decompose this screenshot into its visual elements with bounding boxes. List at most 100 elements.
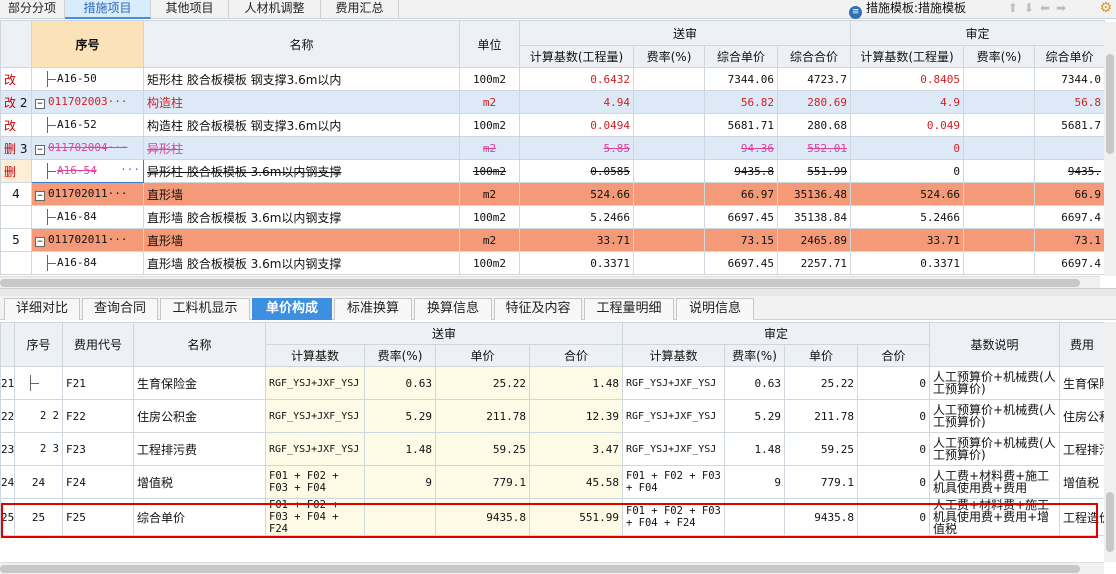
row-rate-b[interactable]	[963, 67, 1036, 91]
row-rate[interactable]: 5.29	[364, 399, 436, 433]
collapse-icon[interactable]: −	[35, 191, 45, 201]
row-fee-code[interactable]: F22	[62, 399, 134, 433]
row-base[interactable]: 0.0585	[519, 159, 634, 183]
tab-unit-price-composition[interactable]: 单价构成	[252, 298, 332, 320]
header-rate[interactable]: 费率(%)	[633, 45, 705, 68]
header-seq[interactable]: 序号	[14, 322, 63, 367]
tab-fee-summary[interactable]: 费用汇总	[321, 0, 399, 19]
table-row[interactable]: A16-84 直形墙 胶合板模板 3.6m以内钢支撑 100m2 5.2466 …	[0, 205, 1106, 229]
tab-resource-display[interactable]: 工料机显示	[160, 298, 250, 320]
row-rate[interactable]	[633, 136, 705, 160]
row-base-b[interactable]: F01 + F02 + F03 + F04 + F24	[622, 498, 726, 536]
table-row[interactable]: 改 A16-50 矩形柱 胶合板模板 钢支撑3.6m以内 100m2 0.643…	[0, 67, 1106, 91]
row-fee-code[interactable]: F25	[62, 498, 134, 536]
row-rate-b[interactable]	[724, 498, 786, 536]
row-base-b[interactable]: F01 + F02 + F03 + F04	[622, 465, 726, 499]
lower-vertical-scrollbar[interactable]	[1104, 322, 1116, 562]
arrow-left-icon[interactable]: ⬅	[1040, 1, 1056, 15]
row-rate-b[interactable]	[963, 90, 1036, 114]
row-base[interactable]: 4.94	[519, 90, 634, 114]
header-fee[interactable]: 费用	[1059, 322, 1106, 367]
header-total-b[interactable]: 合价	[857, 344, 931, 367]
tab-detail-compare[interactable]: 详细对比	[4, 298, 80, 320]
row-base-b[interactable]: RGF_YSJ+JXF_YSJ	[622, 399, 726, 433]
header-base-b[interactable]: 计算基数(工程量)	[850, 45, 965, 68]
row-base[interactable]: 33.71	[519, 228, 634, 252]
row-name[interactable]: 直形墙	[143, 182, 460, 206]
scroll-thumb[interactable]	[0, 279, 1080, 287]
more-icon[interactable]: ···	[120, 163, 140, 176]
tab-measures[interactable]: 措施项目	[65, 0, 151, 19]
row-base-b[interactable]: 0.049	[850, 113, 965, 137]
row-base[interactable]: 0.0494	[519, 113, 634, 137]
header-total[interactable]: 合价	[528, 344, 624, 367]
table-row[interactable]: 25 25 F25 综合单价 F01 + F02 + F03 + F04 + F…	[0, 498, 1106, 536]
settings-icon[interactable]: ⚙	[1099, 0, 1112, 16]
row-base-b[interactable]: 0.8405	[850, 67, 965, 91]
row-rate-b[interactable]	[963, 136, 1036, 160]
row-fee-code[interactable]: F24	[62, 465, 134, 499]
table-row[interactable]: 22 2 2 F22 住房公积金 RGF_YSJ+JXF_YSJ 5.29 21…	[0, 399, 1106, 433]
row-name[interactable]: 矩形柱 胶合板模板 钢支撑3.6m以内	[143, 67, 460, 91]
collapse-icon[interactable]: −	[35, 145, 45, 155]
row-rate-b[interactable]: 9	[724, 465, 786, 499]
tab-resource-adjust[interactable]: 人材机调整	[229, 0, 321, 19]
row-unit[interactable]: 100m2	[459, 159, 520, 183]
header-base[interactable]: 计算基数	[265, 344, 365, 367]
row-unit[interactable]: m2	[459, 90, 520, 114]
tab-features-content[interactable]: 特征及内容	[494, 298, 582, 320]
table-row[interactable]: A16-84 直形墙 胶合板模板 3.6m以内钢支撑 100m2 0.3371 …	[0, 251, 1106, 275]
row-rate[interactable]: 9	[364, 465, 436, 499]
header-rate[interactable]: 费率(%)	[364, 344, 436, 367]
scroll-thumb[interactable]	[0, 565, 1080, 573]
row-rate[interactable]	[633, 182, 705, 206]
row-name[interactable]: 构造柱	[143, 90, 460, 114]
header-total[interactable]: 综合合价	[776, 45, 852, 68]
row-base[interactable]: F01 + F02 + F03 + F04 + F24	[265, 498, 365, 536]
tab-conversion-info[interactable]: 换算信息	[414, 298, 492, 320]
header-seq[interactable]: 序号	[31, 20, 144, 68]
row-base-b[interactable]: 4.9	[850, 90, 965, 114]
row-unit[interactable]: m2	[459, 136, 520, 160]
table-row[interactable]: 21 F21 生育保险金 RGF_YSJ+JXF_YSJ 0.63 25.22 …	[0, 366, 1106, 400]
row-unit[interactable]: 100m2	[459, 67, 520, 91]
arrow-right-icon[interactable]: ➡	[1056, 1, 1072, 15]
header-base-desc[interactable]: 基数说明	[929, 322, 1061, 367]
upper-horizontal-scrollbar[interactable]	[0, 276, 1100, 288]
lower-horizontal-scrollbar[interactable]	[0, 562, 1104, 574]
row-base-b[interactable]: 33.71	[850, 228, 965, 252]
row-rate-b[interactable]	[963, 228, 1036, 252]
row-rate[interactable]	[633, 113, 705, 137]
row-base-b[interactable]: 0	[850, 159, 965, 183]
row-rate-b[interactable]	[963, 182, 1036, 206]
row-fee-code[interactable]: F23	[62, 432, 134, 466]
row-rate[interactable]: 0.63	[364, 366, 436, 400]
row-base-b[interactable]: RGF_YSJ+JXF_YSJ	[622, 432, 726, 466]
arrow-down-icon[interactable]: ⬇	[1024, 1, 1040, 15]
tab-other-items[interactable]: 其他项目	[151, 0, 229, 19]
header-name[interactable]: 名称	[133, 322, 266, 367]
row-base[interactable]: RGF_YSJ+JXF_YSJ	[265, 399, 365, 433]
row-rate-b[interactable]	[963, 251, 1036, 275]
header-price-b[interactable]: 综合单价	[1034, 45, 1106, 68]
collapse-icon[interactable]: −	[35, 237, 45, 247]
row-name[interactable]: 直形墙	[143, 228, 460, 252]
tab-sub-items[interactable]: 部分分项	[0, 0, 65, 19]
panel-splitter[interactable]	[0, 288, 1116, 296]
row-name[interactable]: 直形墙 胶合板模板 3.6m以内钢支撑	[143, 251, 460, 275]
scroll-thumb[interactable]	[1106, 54, 1114, 154]
header-unit-price[interactable]: 单价	[435, 344, 530, 367]
row-base-b[interactable]: 5.2466	[850, 205, 965, 229]
row-rate-b[interactable]: 0.63	[724, 366, 786, 400]
table-row[interactable]: 删 3 −011702004··· 异形柱 m2 5.85 94.36 552.…	[0, 136, 1106, 160]
tab-standard-conversion[interactable]: 标准换算	[334, 298, 412, 320]
tab-query-contract[interactable]: 查询合同	[82, 298, 158, 320]
header-name[interactable]: 名称	[143, 20, 460, 68]
table-row[interactable]: 5 −011702011··· 直形墙 m2 33.71 73.15 2465.…	[0, 228, 1106, 252]
row-base[interactable]: RGF_YSJ+JXF_YSJ	[265, 366, 365, 400]
row-name[interactable]: 增值税	[133, 465, 266, 499]
row-rate-b[interactable]	[963, 159, 1036, 183]
row-rate[interactable]	[633, 228, 705, 252]
table-row[interactable]: 改 2 −011702003··· 构造柱 m2 4.94 56.82 280.…	[0, 90, 1106, 114]
row-name[interactable]: 生育保险金	[133, 366, 266, 400]
